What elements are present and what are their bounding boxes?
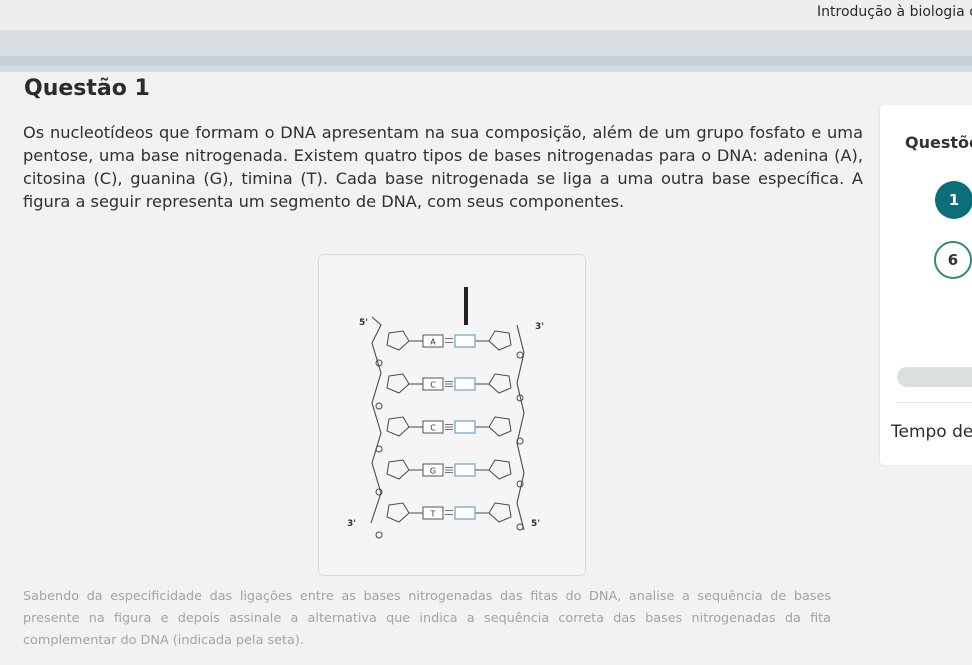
phosphate (375, 402, 383, 410)
empty-base-box (454, 377, 476, 391)
base-label: A (430, 338, 436, 347)
dna-figure: A C C G T 5' 3' 3' 5' (318, 254, 586, 576)
base-label: C (430, 424, 436, 433)
label-5-top: 5' (359, 318, 368, 328)
page-banner (0, 30, 972, 72)
question-navigator-panel (880, 105, 972, 465)
base-pair: G (375, 459, 524, 496)
navigator-divider (897, 402, 972, 403)
base-label: T (430, 510, 436, 519)
sugar-right (488, 373, 512, 394)
course-title: Introdução à biologia c (817, 4, 972, 20)
empty-base-box (454, 506, 476, 520)
question-text: Os nucleotídeos que formam o DNA apresen… (23, 123, 863, 211)
base-pair: A (375, 330, 524, 367)
base-pair: C (375, 373, 524, 410)
sugar-left (386, 416, 410, 437)
sugar-right (488, 330, 512, 351)
sugar-right (488, 459, 512, 480)
question-nav-1[interactable]: 1 (935, 181, 972, 219)
sugar-right (488, 416, 512, 437)
label-5-bottom: 5' (531, 519, 540, 529)
question-continuation: Sabendo da especificidade das ligações e… (23, 589, 831, 648)
base-pair: T (375, 502, 524, 539)
timer-label: Tempo de (891, 422, 972, 442)
sugar-left (386, 330, 410, 351)
dna-diagram: A C C G T 5' 3' 3' 5' (347, 287, 544, 539)
phosphate (516, 480, 524, 488)
top-bar: Introdução à biologia c (0, 0, 972, 30)
base-label: C (430, 381, 436, 390)
phosphate (516, 351, 524, 359)
base-label: G (430, 467, 436, 476)
sugar-left (386, 502, 410, 523)
phosphate (516, 523, 524, 531)
label-3-bottom: 3' (347, 519, 356, 529)
phosphate (375, 445, 383, 453)
label-3-top: 3' (535, 322, 544, 332)
question-nav-6[interactable]: 6 (934, 241, 972, 279)
banner-shade (0, 56, 972, 66)
navigator-title: Questõe (905, 133, 972, 152)
base-pair: C (375, 416, 524, 453)
empty-base-box (454, 334, 476, 348)
navigator-button[interactable] (897, 367, 972, 387)
empty-base-box (454, 420, 476, 434)
question-heading: Questão 1 (24, 76, 150, 101)
phosphate (375, 531, 383, 539)
sugar-left (386, 459, 410, 480)
sugar-right (488, 502, 512, 523)
sugar-left (386, 373, 410, 394)
empty-base-box (454, 463, 476, 477)
